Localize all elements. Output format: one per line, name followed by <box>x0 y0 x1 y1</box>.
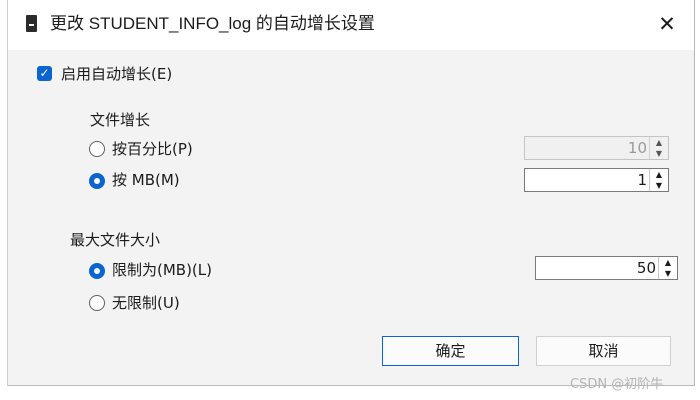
enable-autogrowth-checkbox[interactable]: ✓ <box>37 66 52 81</box>
growth-percent-spinner: ▲ ▼ <box>524 136 669 160</box>
max-size-input[interactable] <box>536 257 660 279</box>
growth-percent-arrows: ▲ ▼ <box>649 137 668 159</box>
watermark-text: CSDN @初阶牛 <box>570 377 664 392</box>
max-size-spinner[interactable]: ▲ ▼ <box>535 256 678 280</box>
growth-mb-label[interactable]: 按 MB(M) <box>112 170 180 190</box>
ok-button[interactable]: 确定 <box>382 336 519 366</box>
file-growth-group-label: 文件增长 <box>90 111 151 129</box>
chevron-up-icon[interactable]: ▲ <box>659 257 677 268</box>
dialog-title: 更改 STUDENT_INFO_log 的自动增长设置 <box>50 14 375 33</box>
chevron-down-icon: ▼ <box>655 149 663 158</box>
close-button[interactable]: ✕ <box>654 11 680 37</box>
limit-size-label[interactable]: 限制为(MB)(L) <box>112 260 212 280</box>
growth-percent-input <box>525 137 651 159</box>
max-size-group-label: 最大文件大小 <box>70 231 161 249</box>
title-bar: 更改 STUDENT_INFO_log 的自动增长设置 ✕ <box>8 0 694 50</box>
autogrowth-dialog: 更改 STUDENT_INFO_log 的自动增长设置 ✕ ✓ 启用自动增长(E… <box>7 0 695 386</box>
max-size-arrows: ▲ ▼ <box>658 257 677 279</box>
unlimited-size-label[interactable]: 无限制(U) <box>112 293 180 313</box>
growth-mb-radio[interactable] <box>89 173 105 189</box>
chevron-down-icon[interactable]: ▼ <box>659 268 677 279</box>
enable-autogrowth-label[interactable]: 启用自动增长(E) <box>61 64 172 84</box>
chevron-up-icon[interactable]: ▲ <box>650 169 668 180</box>
chevron-up-icon: ▲ <box>655 138 663 147</box>
limit-size-radio[interactable] <box>89 263 105 279</box>
database-icon <box>26 15 37 32</box>
growth-percent-radio[interactable] <box>89 141 105 157</box>
growth-mb-arrows: ▲ ▼ <box>649 169 668 191</box>
cancel-button[interactable]: 取消 <box>536 336 671 366</box>
screenshot-page: 更改 STUDENT_INFO_log 的自动增长设置 ✕ ✓ 启用自动增长(E… <box>0 0 700 400</box>
unlimited-size-radio[interactable] <box>89 295 105 311</box>
growth-percent-label[interactable]: 按百分比(P) <box>112 139 193 159</box>
growth-mb-input[interactable] <box>525 169 651 191</box>
growth-mb-spinner[interactable]: ▲ ▼ <box>524 168 669 192</box>
chevron-down-icon[interactable]: ▼ <box>650 180 668 191</box>
